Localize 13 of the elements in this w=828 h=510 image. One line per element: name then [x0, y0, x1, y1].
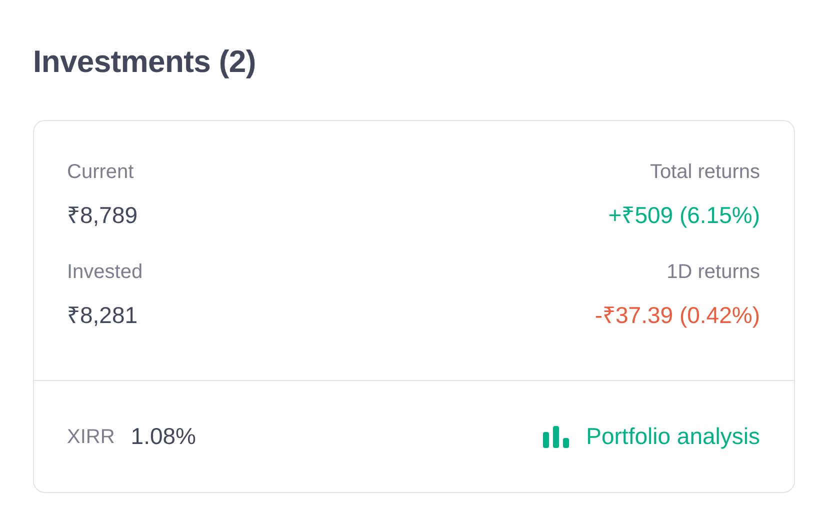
- stat-label: Current: [67, 161, 134, 183]
- stat-label: Total returns: [650, 161, 760, 183]
- stat-value: +₹509 (6.15%): [608, 202, 760, 228]
- portfolio-analysis-link[interactable]: Portfolio analysis: [586, 419, 760, 454]
- xirr-label: XIRR: [67, 424, 115, 450]
- stat-value: ₹8,281: [67, 302, 138, 328]
- stat-value: ₹8,789: [67, 202, 138, 228]
- section-title: Investments (2): [33, 43, 257, 81]
- stat-label: 1D returns: [666, 261, 760, 283]
- xirr-value: 1.08%: [130, 422, 196, 452]
- bar-chart-icon[interactable]: [543, 426, 570, 448]
- stat-value: -₹37.39 (0.42%): [594, 302, 760, 328]
- stat-label: Invested: [67, 261, 143, 283]
